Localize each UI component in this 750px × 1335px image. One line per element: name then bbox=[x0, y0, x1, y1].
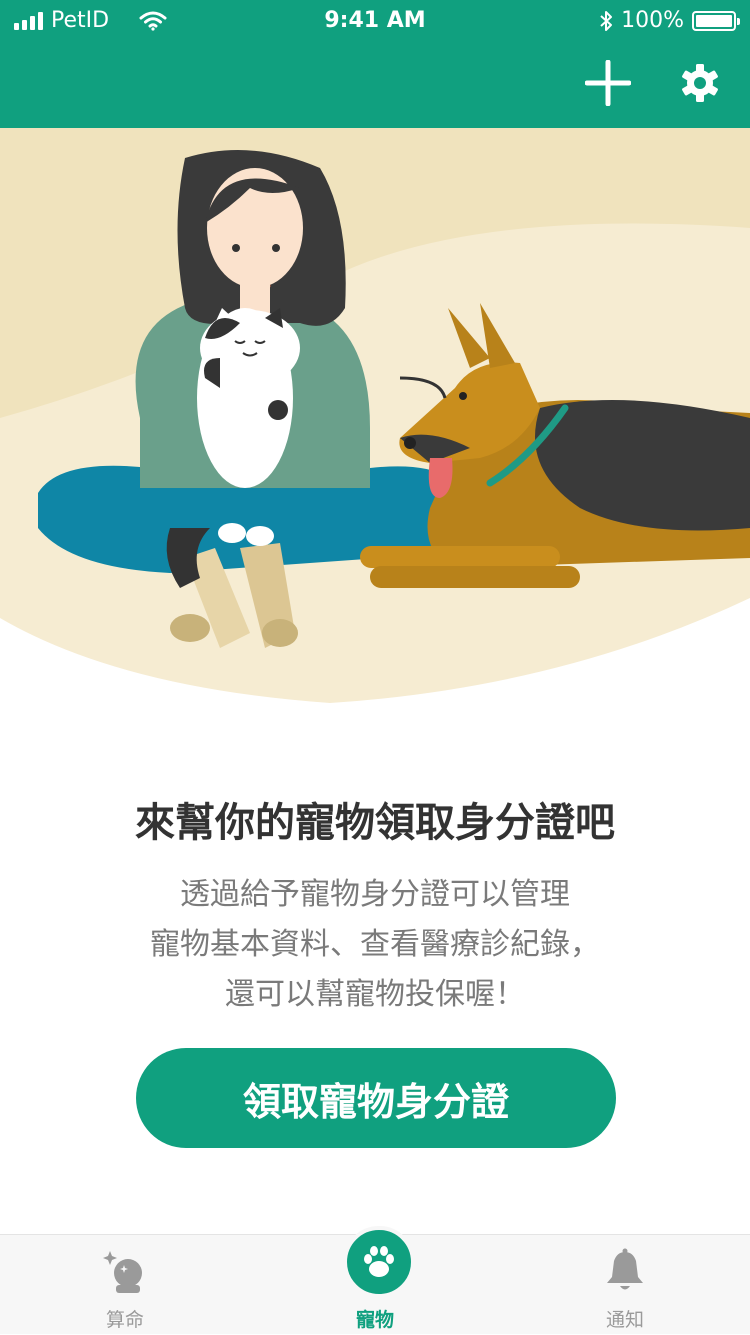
settings-button[interactable] bbox=[673, 56, 727, 110]
tab-label: 寵物 bbox=[355, 1309, 394, 1331]
description-line: 寵物基本資料、查看醫療診紀錄， bbox=[150, 927, 600, 962]
plus-icon bbox=[585, 60, 631, 106]
gear-icon bbox=[682, 64, 718, 102]
tab-fortune[interactable]: 算命 bbox=[0, 1235, 250, 1335]
bluetooth-icon bbox=[600, 10, 613, 31]
battery-percent: 100% bbox=[621, 8, 684, 33]
hero-scene bbox=[0, 128, 750, 708]
status-bar: PetID 9:41 AM 100% bbox=[0, 0, 750, 40]
paw-icon bbox=[364, 1246, 394, 1277]
add-button[interactable] bbox=[581, 56, 635, 110]
tab-notifications[interactable]: 通知 bbox=[500, 1235, 750, 1335]
tab-bar: 算命 寵物 通知 bbox=[0, 1226, 750, 1335]
tab-label: 算命 bbox=[105, 1309, 144, 1331]
battery-fill bbox=[696, 14, 732, 27]
crystal-ball-icon bbox=[103, 1251, 142, 1293]
app-header: PetID 9:41 AM 100% bbox=[0, 0, 750, 128]
paw-badge bbox=[343, 1226, 415, 1298]
hero-illustration bbox=[0, 128, 750, 708]
description-line: 還可以幫寵物投保喔！ bbox=[225, 977, 525, 1012]
bell-icon bbox=[607, 1248, 643, 1290]
page-title: 來幫你的寵物領取身分證吧 bbox=[135, 800, 615, 846]
tab-label: 通知 bbox=[605, 1309, 644, 1331]
claim-pet-id-button[interactable]: 領取寵物身分證 bbox=[136, 1048, 616, 1148]
status-right: 100% bbox=[599, 8, 740, 33]
description-line: 透過給予寵物身分證可以管理 bbox=[180, 877, 570, 912]
battery-icon bbox=[692, 10, 740, 31]
tab-pets[interactable]: 寵物 bbox=[250, 1226, 500, 1335]
description: 透過給予寵物身分證可以管理 寵物基本資料、查看醫療診紀錄， 還可以幫寵物投保喔！ bbox=[0, 870, 750, 1020]
